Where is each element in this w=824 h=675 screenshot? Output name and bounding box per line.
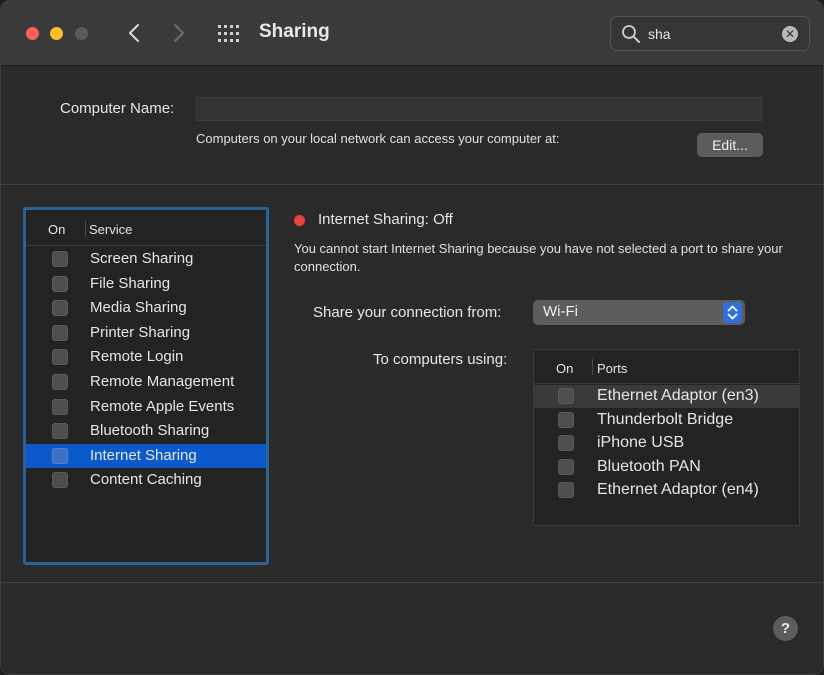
- minimize-window-button[interactable]: [50, 27, 63, 40]
- service-row-remote-login[interactable]: Remote Login: [26, 345, 266, 369]
- divider: [1, 582, 823, 583]
- titlebar: Sharing sha ✕: [1, 1, 823, 66]
- column-header-on[interactable]: On: [556, 361, 573, 376]
- window-title: Sharing: [259, 21, 330, 42]
- service-label: Bluetooth Sharing: [90, 422, 210, 440]
- computer-name-field[interactable]: [196, 97, 762, 121]
- checkbox[interactable]: [52, 349, 68, 366]
- service-row-screen-sharing[interactable]: Screen Sharing: [26, 247, 266, 271]
- help-button[interactable]: ?: [773, 616, 798, 641]
- computer-name-info: Computers on your local network can acce…: [196, 131, 560, 146]
- port-label: Ethernet Adaptor (en4): [597, 481, 759, 498]
- service-row-bluetooth-sharing[interactable]: Bluetooth Sharing: [26, 419, 266, 443]
- service-label: Remote Apple Events: [90, 397, 235, 415]
- column-header-ports[interactable]: Ports: [597, 361, 627, 376]
- computer-name-label: Computer Name:: [60, 100, 175, 117]
- checkbox[interactable]: [52, 251, 68, 267]
- search-field[interactable]: sha ✕: [610, 16, 810, 51]
- edit-button[interactable]: Edit...: [697, 133, 763, 157]
- column-separator: [592, 359, 593, 375]
- share-from-popup[interactable]: Wi-Fi: [533, 300, 745, 325]
- port-row-ethernet-en3[interactable]: Ethernet Adaptor (en3): [534, 385, 799, 408]
- service-row-content-caching[interactable]: Content Caching: [26, 468, 266, 492]
- port-label: Thunderbolt Bridge: [597, 410, 734, 428]
- checkbox[interactable]: [52, 398, 68, 415]
- service-list-header: On Service: [26, 210, 266, 246]
- column-header-on[interactable]: On: [48, 222, 65, 237]
- checkbox[interactable]: [558, 435, 574, 451]
- status-indicator: [294, 215, 305, 226]
- port-row-iphone-usb[interactable]: iPhone USB: [534, 432, 799, 455]
- checkbox[interactable]: [52, 447, 68, 464]
- service-label: Screen Sharing: [90, 250, 194, 267]
- search-icon: [622, 25, 640, 43]
- to-computers-label: To computers using:: [373, 351, 508, 368]
- checkbox[interactable]: [52, 472, 68, 489]
- checkbox[interactable]: [52, 300, 68, 317]
- service-row-internet-sharing[interactable]: Internet Sharing: [26, 443, 266, 468]
- zoom-window-button[interactable]: [75, 27, 88, 40]
- ports-list-header: On Ports: [534, 350, 799, 384]
- clear-search-icon[interactable]: ✕: [782, 26, 798, 42]
- port-row-thunderbolt-bridge[interactable]: Thunderbolt Bridge: [534, 409, 799, 432]
- service-row-remote-management[interactable]: Remote Management: [26, 370, 266, 394]
- port-row-bluetooth-pan[interactable]: Bluetooth PAN: [534, 456, 799, 479]
- share-from-label: Share your connection from:: [313, 304, 502, 321]
- status-text: Internet Sharing: Off: [318, 211, 453, 228]
- chevron-right-icon: [174, 24, 184, 42]
- service-row-file-sharing[interactable]: File Sharing: [26, 272, 266, 296]
- service-label: Remote Login: [90, 348, 184, 366]
- sharing-window: Sharing sha ✕ Computer Name: Computers o…: [0, 0, 824, 675]
- checkbox[interactable]: [52, 324, 68, 341]
- service-label: Media Sharing: [90, 299, 187, 317]
- port-row-ethernet-en4[interactable]: Ethernet Adaptor (en4): [534, 479, 799, 502]
- popup-stepper: [723, 302, 742, 323]
- checkbox[interactable]: [558, 411, 574, 428]
- port-label: iPhone USB: [597, 434, 685, 451]
- checkbox[interactable]: [558, 458, 574, 475]
- port-label: Ethernet Adaptor (en3): [597, 387, 759, 404]
- service-label: Remote Management: [90, 373, 235, 390]
- forward-button[interactable]: [166, 19, 192, 47]
- service-row-remote-apple-events[interactable]: Remote Apple Events: [26, 395, 266, 419]
- checkbox[interactable]: [52, 423, 68, 440]
- grid-icon: [218, 25, 239, 42]
- status-description: You cannot start Internet Sharing becaus…: [294, 241, 783, 274]
- column-separator: [85, 221, 86, 237]
- close-window-button[interactable]: [26, 27, 39, 40]
- column-header-service[interactable]: Service: [89, 222, 132, 237]
- divider: [1, 184, 823, 185]
- service-label: Content Caching: [90, 471, 202, 489]
- service-label: Printer Sharing: [90, 323, 191, 341]
- checkbox[interactable]: [52, 374, 68, 390]
- service-label: Internet Sharing: [90, 446, 197, 464]
- port-label: Bluetooth PAN: [597, 457, 701, 475]
- service-list[interactable]: On Service Screen Sharing File Sharing M…: [23, 207, 269, 565]
- back-button[interactable]: [121, 19, 147, 47]
- ports-list[interactable]: On Ports Ethernet Adaptor (en3) Thunderb…: [533, 349, 800, 526]
- service-label: File Sharing: [90, 274, 171, 292]
- share-from-value: Wi-Fi: [543, 303, 578, 320]
- chevron-left-icon: [129, 24, 139, 42]
- checkbox[interactable]: [558, 388, 574, 404]
- checkbox[interactable]: [52, 275, 68, 292]
- search-input[interactable]: sha: [648, 26, 671, 42]
- checkbox[interactable]: [558, 482, 574, 498]
- chevron-up-down-icon: [727, 305, 738, 320]
- service-row-printer-sharing[interactable]: Printer Sharing: [26, 321, 266, 345]
- service-row-media-sharing[interactable]: Media Sharing: [26, 296, 266, 320]
- show-all-button[interactable]: [216, 22, 242, 46]
